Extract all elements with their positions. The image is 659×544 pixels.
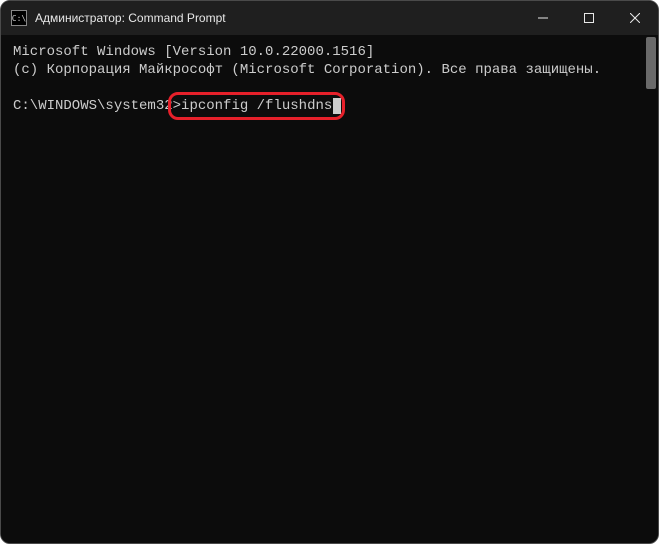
close-button[interactable] — [612, 1, 658, 35]
prompt-symbol: > — [173, 98, 181, 114]
copyright-line: (c) Корпорация Майкрософт (Microsoft Cor… — [13, 62, 601, 78]
window-controls — [520, 1, 658, 35]
terminal-body[interactable]: Microsoft Windows [Version 10.0.22000.15… — [1, 35, 658, 543]
title-left: C:\ Администратор: Command Prompt — [1, 10, 226, 26]
maximize-icon — [584, 13, 594, 23]
prompt-line: C:\WINDOWS\system32>ipconfig /flushdns — [13, 97, 341, 115]
command-text: ipconfig /flushdns — [181, 98, 332, 114]
prompt-path: C:\WINDOWS\system32 — [13, 98, 173, 114]
titlebar[interactable]: C:\ Администратор: Command Prompt — [1, 1, 658, 35]
maximize-button[interactable] — [566, 1, 612, 35]
command-prompt-window: C:\ Администратор: Command Prompt Micros… — [0, 0, 659, 544]
version-line: Microsoft Windows [Version 10.0.22000.15… — [13, 44, 374, 60]
minimize-button[interactable] — [520, 1, 566, 35]
scrollbar-thumb[interactable] — [646, 37, 656, 89]
cmd-icon: C:\ — [11, 10, 27, 26]
window-title: Администратор: Command Prompt — [35, 11, 226, 25]
text-cursor — [333, 98, 341, 114]
minimize-icon — [538, 13, 548, 23]
close-icon — [630, 13, 640, 23]
command-region: >ipconfig /flushdns — [173, 98, 333, 114]
